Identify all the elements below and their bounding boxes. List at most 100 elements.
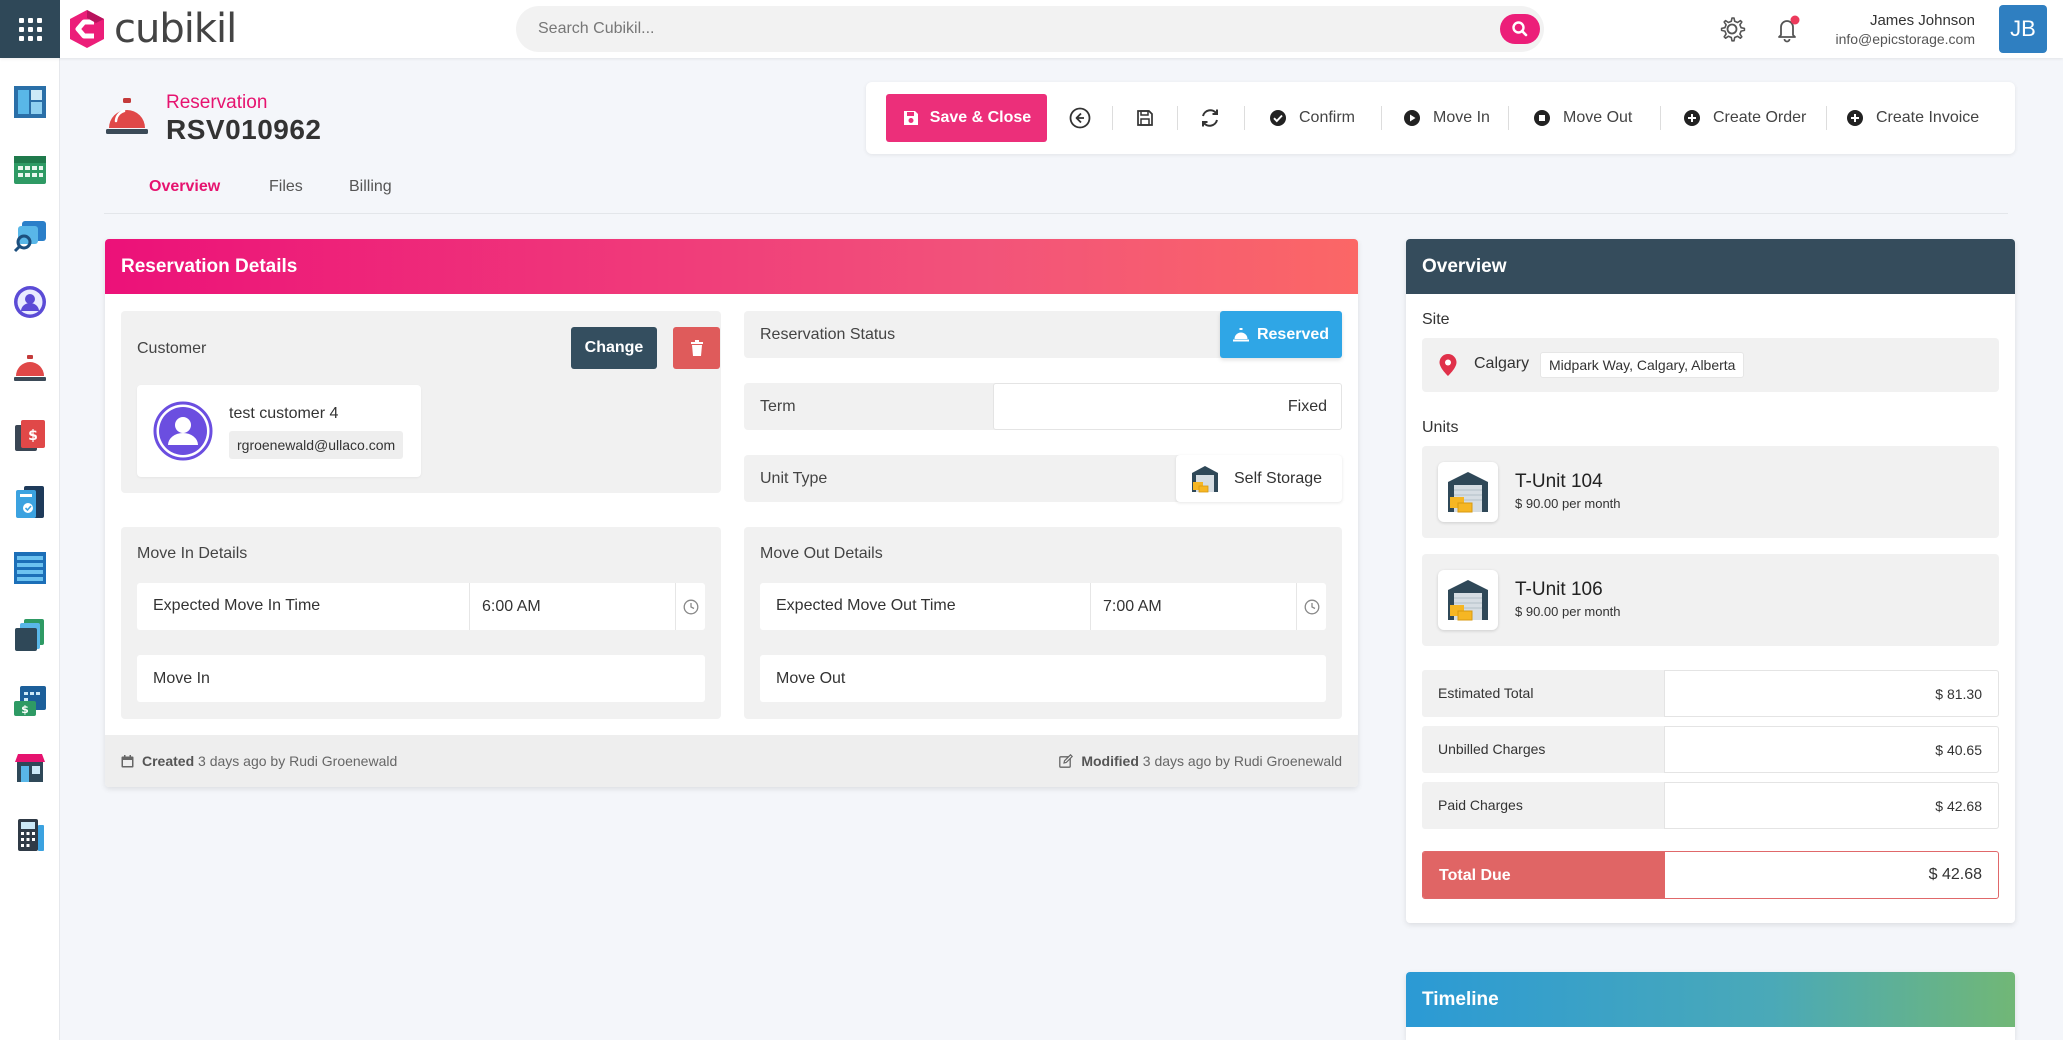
calendar-icon xyxy=(14,156,46,184)
settings-button[interactable] xyxy=(1717,14,1747,44)
gear-icon xyxy=(1720,17,1746,42)
move-in-row[interactable]: Move In xyxy=(137,655,705,702)
user-avatar[interactable]: JB xyxy=(1999,5,2047,53)
user-info[interactable]: James Johnson info@epicstorage.com xyxy=(1835,12,1975,47)
sidebar-item-billing[interactable]: $ xyxy=(10,415,50,455)
payments-calendar-icon: $ xyxy=(14,686,46,716)
paid-charges-field: $ 42.68 xyxy=(1664,782,1999,829)
expected-move-in-time-row: Expected Move In Time 6:00 AM xyxy=(137,583,705,630)
plus-circle-icon xyxy=(1847,110,1863,126)
search-input[interactable] xyxy=(538,6,1438,52)
sidebar-item-units-list[interactable] xyxy=(10,548,50,588)
sidebar-item-calendar[interactable] xyxy=(10,149,50,189)
reservation-details-card: Reservation Details Customer Change test… xyxy=(105,239,1358,787)
create-invoice-label: Create Invoice xyxy=(1876,109,1980,126)
total-due-label: Total Due xyxy=(1439,867,1511,884)
unit-card[interactable]: T-Unit 104 $ 90.00 per month xyxy=(1422,446,1999,538)
notifications-button[interactable] xyxy=(1772,14,1802,44)
reservation-bell-icon xyxy=(14,355,46,381)
sidebar-item-customers[interactable] xyxy=(10,282,50,322)
unit-type-badge[interactable]: Self Storage xyxy=(1176,455,1342,502)
unit-name: T-Unit 104 xyxy=(1515,471,1603,492)
reservation-status-button[interactable]: Reserved xyxy=(1220,311,1342,358)
card-title: Reservation Details xyxy=(121,256,298,277)
customer-icon xyxy=(14,286,46,318)
reservation-bell-icon xyxy=(106,98,148,134)
estimated-total-value: $ 81.30 xyxy=(1935,686,1982,702)
search-button[interactable] xyxy=(1500,14,1540,44)
site-row[interactable]: Calgary Midpark Way, Calgary, Alberta xyxy=(1422,338,1999,392)
calculator-icon xyxy=(18,819,44,851)
top-bar: cubikil James Johnson info@epicstorage.c… xyxy=(0,0,2063,58)
sidebar-item-unit-search[interactable] xyxy=(10,215,50,255)
move-out-clock-button[interactable] xyxy=(1296,583,1326,630)
estimated-total-label: Estimated Total xyxy=(1438,685,1534,701)
move-out-row[interactable]: Move Out xyxy=(760,655,1326,702)
app-logo[interactable]: cubikil xyxy=(66,6,237,52)
create-order-label: Create Order xyxy=(1713,109,1807,126)
total-due-row: Total Due $ 42.68 xyxy=(1422,851,1999,899)
total-due-value: $ 42.68 xyxy=(1928,866,1982,883)
sidebar-item-reservations[interactable] xyxy=(10,348,50,388)
move-in-clock-button[interactable] xyxy=(675,583,705,630)
unit-card[interactable]: T-Unit 106 $ 90.00 per month xyxy=(1422,554,1999,646)
billing-icon: $ xyxy=(15,420,45,451)
change-customer-button[interactable]: Change xyxy=(571,327,657,369)
unbilled-charges-field: $ 40.65 xyxy=(1664,726,1999,773)
storage-unit-icon xyxy=(1448,580,1488,621)
delete-customer-button[interactable] xyxy=(673,327,720,369)
back-button[interactable] xyxy=(1066,104,1094,132)
dashboard-icon xyxy=(14,86,46,118)
play-circle-icon xyxy=(1404,110,1420,126)
paid-charges-row: Paid Charges $ 42.68 xyxy=(1422,782,1999,829)
toolbar-divider xyxy=(1244,106,1245,130)
plus-circle-icon xyxy=(1684,110,1700,126)
stop-circle-icon xyxy=(1534,110,1550,126)
apps-menu-button[interactable] xyxy=(0,0,60,58)
unit-type-label: Unit Type xyxy=(760,470,828,487)
move-out-time-input[interactable]: 7:00 AM xyxy=(1090,583,1296,630)
move-in-button[interactable]: Move In xyxy=(1403,104,1490,132)
created-info: Created 3 days ago by Rudi Groenewald xyxy=(121,753,397,769)
sidebar-item-documents[interactable] xyxy=(10,482,50,522)
clock-icon xyxy=(1304,599,1319,614)
sidebar-item-dashboard[interactable] xyxy=(10,82,50,122)
clock-icon xyxy=(683,599,698,614)
modified-text: 3 days ago by Rudi Groenewald xyxy=(1142,753,1342,769)
save-close-button[interactable]: Save & Close xyxy=(886,94,1047,142)
customer-label: Customer xyxy=(137,340,207,357)
action-toolbar: Save & Close Confirm Move In Move Out Cr… xyxy=(866,82,2015,154)
save-button[interactable] xyxy=(1131,104,1159,132)
move-in-time-input[interactable]: 6:00 AM xyxy=(469,583,675,630)
expected-move-out-time-label: Expected Move Out Time xyxy=(776,597,956,614)
term-value: Fixed xyxy=(1287,398,1327,415)
toolbar-divider xyxy=(1112,106,1113,130)
sidebar-item-store[interactable] xyxy=(10,748,50,788)
sidebar: $ $ xyxy=(0,58,60,1040)
move-out-button[interactable]: Move Out xyxy=(1533,104,1632,132)
sidebar-item-calculator[interactable] xyxy=(10,815,50,855)
tab-billing[interactable]: Billing xyxy=(349,178,392,196)
estimated-total-field: $ 81.30 xyxy=(1664,670,1999,717)
unit-name: T-Unit 106 xyxy=(1515,579,1603,600)
term-label: Term xyxy=(760,398,796,415)
sidebar-item-files[interactable] xyxy=(10,615,50,655)
confirm-button[interactable]: Confirm xyxy=(1269,104,1355,132)
user-name: James Johnson xyxy=(1869,12,1975,29)
move-out-row-label: Move Out xyxy=(776,670,846,687)
create-invoice-button[interactable]: Create Invoice xyxy=(1846,104,1979,132)
term-field[interactable]: Fixed xyxy=(993,383,1342,430)
page-type-label: Reservation xyxy=(166,92,268,113)
card-title: Overview xyxy=(1422,256,1507,277)
tab-overview[interactable]: Overview xyxy=(149,178,220,196)
sidebar-item-payments[interactable]: $ xyxy=(10,681,50,721)
customer-card[interactable]: test customer 4 rgroenewald@ullaco.com xyxy=(137,385,421,477)
tab-files[interactable]: Files xyxy=(269,178,303,196)
unit-price: $ 90.00 per month xyxy=(1515,604,1621,619)
create-order-button[interactable]: Create Order xyxy=(1683,104,1806,132)
svg-text:$: $ xyxy=(28,428,38,444)
bell-icon xyxy=(1778,15,1800,43)
documents-icon xyxy=(16,486,44,518)
search-bar xyxy=(516,6,1544,52)
refresh-button[interactable] xyxy=(1196,104,1224,132)
